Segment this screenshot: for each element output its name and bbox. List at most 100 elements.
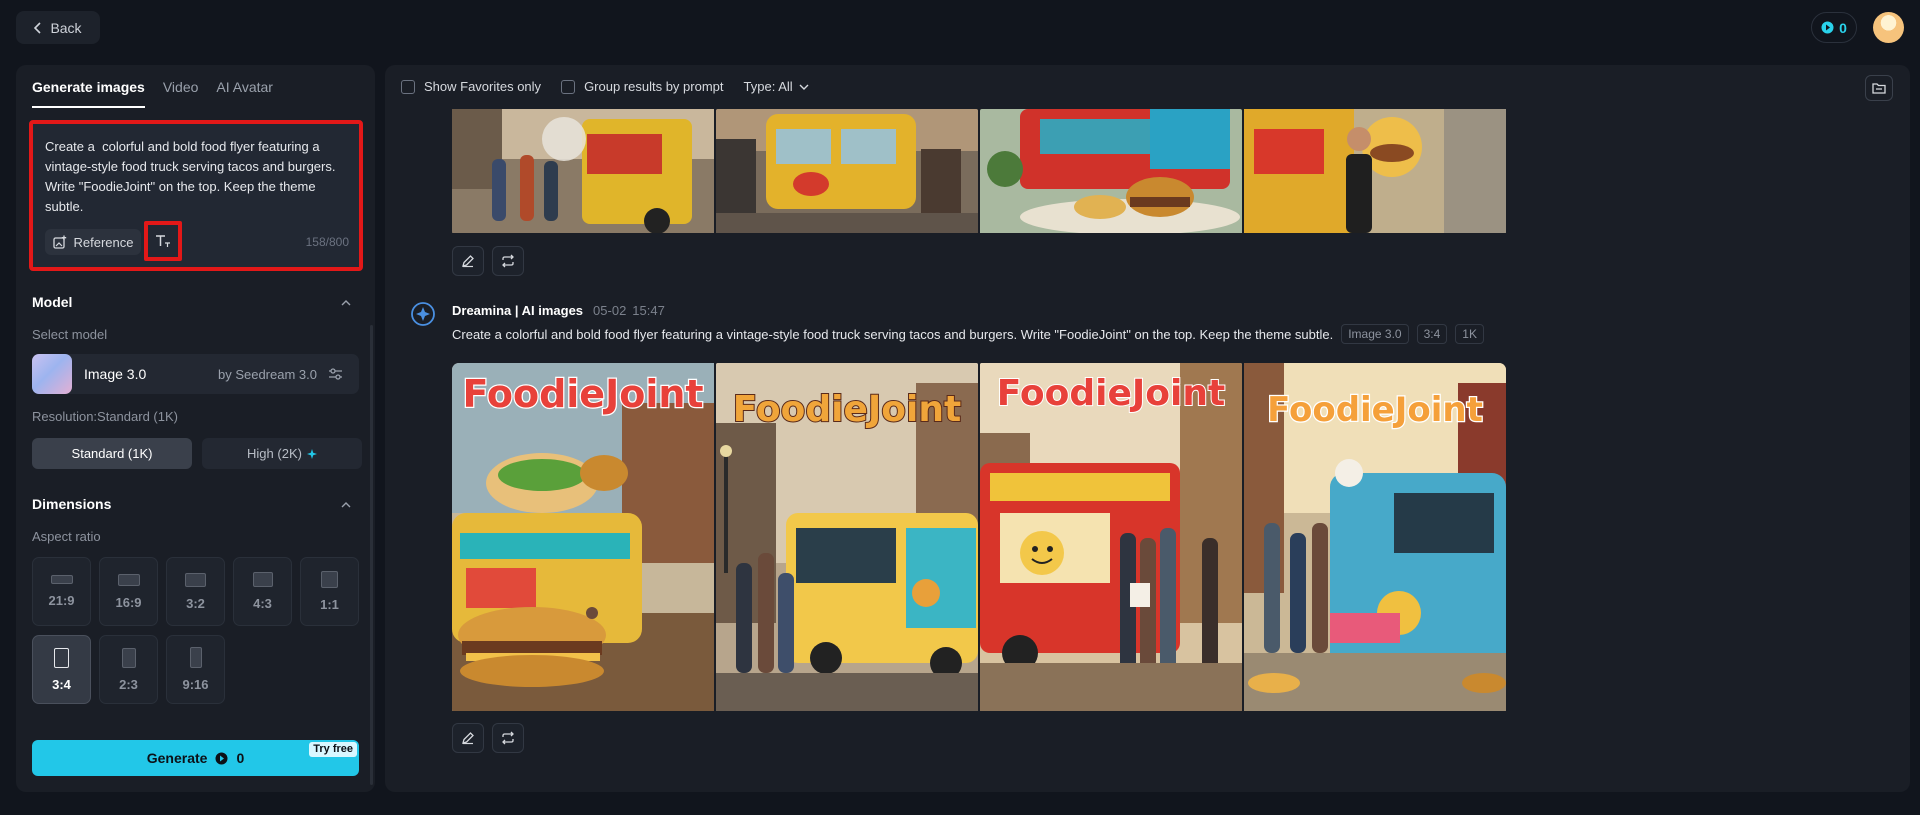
resolution-high-label: High (2K) — [247, 446, 302, 461]
generate-label: Generate — [146, 750, 208, 766]
model-tag: Image 3.0 — [1341, 324, 1409, 344]
type-label: Type: All — [743, 79, 793, 94]
aspect-shape — [54, 647, 69, 668]
resolution-standard-button[interactable]: Standard (1K) — [32, 438, 192, 469]
flyer-title-text: FoodieJoint — [733, 389, 961, 430]
pencil-icon — [462, 732, 474, 745]
aspect-2-3-button[interactable]: 2:3 — [99, 635, 158, 704]
prompt-text[interactable]: Create a colorful and bold food flyer fe… — [45, 137, 345, 217]
aspect-shape — [50, 575, 73, 584]
sliders-icon[interactable] — [328, 367, 343, 381]
sidebar-scrollbar[interactable] — [370, 325, 373, 785]
prompt-input[interactable]: Create a colorful and bold food flyer fe… — [29, 120, 363, 271]
flyer-title-text: FoodieJoint — [997, 373, 1225, 414]
generated-image[interactable] — [452, 109, 714, 238]
edit-button[interactable] — [452, 246, 484, 276]
tab-video[interactable]: Video — [163, 79, 199, 108]
favorites-filter[interactable]: Show Favorites only — [401, 79, 541, 94]
model-provider: by Seedream 3.0 — [217, 367, 317, 382]
text-style-button[interactable] — [144, 221, 182, 261]
resolution-standard-label: Standard (1K) — [71, 446, 153, 461]
dreamina-logo-icon — [411, 302, 435, 326]
generated-image[interactable] — [716, 109, 978, 238]
mode-tabs: Generate images Video AI Avatar — [32, 79, 273, 108]
generation-prompt-row: Create a colorful and bold food flyer fe… — [452, 324, 1484, 344]
generated-image[interactable]: FoodieJoint — [980, 363, 1242, 716]
generate-button[interactable]: Generate 0 Try free — [32, 740, 359, 776]
try-free-badge: Try free — [309, 742, 357, 757]
tab-ai-avatar[interactable]: AI Avatar — [216, 79, 273, 108]
dimensions-section-title: Dimensions — [32, 496, 112, 512]
aspect-shape — [121, 647, 136, 668]
aspect-tag: 3:4 — [1416, 324, 1448, 344]
generation-header: Dreamina | AI images 05-02 15:47 — [452, 303, 665, 318]
model-name: Image 3.0 — [84, 366, 147, 382]
flyer-title-text: FoodieJoint — [462, 372, 703, 416]
character-count: 158/800 — [305, 235, 349, 249]
resolution-label: Resolution:Standard (1K) — [32, 409, 178, 424]
back-label: Back — [50, 19, 82, 36]
aspect-shape — [252, 572, 273, 587]
tab-generate-images[interactable]: Generate images — [32, 79, 145, 108]
aspect-label: 16:9 — [115, 594, 142, 610]
previous-image-grid — [452, 109, 1506, 238]
aspect-9-16-button[interactable]: 9:16 — [166, 635, 225, 704]
regenerate-button[interactable] — [492, 246, 524, 276]
aspect-label: 9:16 — [182, 677, 209, 692]
results-panel: Show Favorites only Group results by pro… — [385, 65, 1910, 792]
credits-count: 0 — [1839, 19, 1847, 36]
reference-button[interactable]: Reference — [45, 229, 141, 255]
generation-time: 15:47 — [632, 303, 665, 318]
pencil-icon — [462, 255, 474, 268]
regenerate-button[interactable] — [492, 723, 524, 753]
text-format-icon — [156, 235, 170, 247]
sparkle-icon — [306, 448, 317, 459]
chevron-down-icon — [799, 84, 809, 90]
aspect-shape — [185, 572, 206, 587]
generation-date: 05-02 — [593, 303, 627, 318]
resolution-tag: 1K — [1455, 324, 1484, 344]
aspect-label: 4:3 — [253, 596, 272, 611]
edit-button[interactable] — [452, 723, 484, 753]
aspect-3-2-button[interactable]: 3:2 — [166, 557, 225, 626]
credit-coin-icon — [1821, 21, 1834, 34]
generated-image[interactable]: FoodieJoint — [1244, 363, 1506, 716]
back-button[interactable]: Back — [16, 11, 100, 44]
aspect-label: 3:4 — [52, 676, 71, 692]
aspect-ratio-label: Aspect ratio — [32, 529, 101, 544]
model-selector[interactable]: Image 3.0 by Seedream 3.0 — [32, 354, 359, 394]
aspect-label: 21:9 — [48, 593, 75, 608]
generation-prompt[interactable]: Create a colorful and bold food flyer fe… — [452, 327, 1333, 342]
type-dropdown[interactable]: Type: All — [744, 79, 809, 94]
flyer-title-text: FoodieJoint — [1267, 390, 1483, 430]
resolution-high-button[interactable]: High (2K) — [202, 438, 362, 469]
add-image-icon — [52, 235, 66, 249]
aspect-label: 3:2 — [186, 595, 205, 611]
group-checkbox[interactable] — [561, 79, 576, 94]
aspect-4-3-button[interactable]: 4:3 — [233, 557, 292, 626]
model-section-title: Model — [32, 294, 73, 310]
aspect-shape — [321, 571, 338, 588]
model-thumbnail — [32, 354, 72, 394]
generated-image[interactable] — [980, 109, 1242, 238]
aspect-16-9-button[interactable]: 16:9 — [99, 557, 158, 626]
generated-image[interactable]: FoodieJoint — [452, 363, 714, 716]
aspect-3-4-button[interactable]: 3:4 — [32, 635, 91, 704]
credits-badge[interactable]: 0 — [1811, 12, 1857, 43]
chevron-left-icon — [34, 21, 42, 34]
chevron-up-icon[interactable] — [341, 298, 351, 308]
generated-image[interactable]: FoodieJoint — [716, 363, 978, 716]
generation-sidebar: Generate images Video AI Avatar Create a… — [16, 65, 375, 792]
generated-image[interactable] — [1244, 109, 1506, 238]
favorites-checkbox[interactable] — [401, 79, 415, 94]
group-filter[interactable]: Group results by prompt — [561, 79, 724, 94]
aspect-21-9-button[interactable]: 21:9 — [32, 557, 91, 626]
folder-button[interactable] — [1865, 75, 1893, 101]
aspect-1-1-button[interactable]: 1:1 — [300, 557, 359, 626]
aspect-label: 1:1 — [320, 597, 339, 612]
avatar[interactable] — [1873, 12, 1904, 43]
chevron-up-icon[interactable] — [341, 500, 351, 510]
group-label: Group results by prompt — [584, 79, 724, 94]
generate-cost: 0 — [236, 750, 245, 766]
reference-label: Reference — [73, 234, 134, 250]
